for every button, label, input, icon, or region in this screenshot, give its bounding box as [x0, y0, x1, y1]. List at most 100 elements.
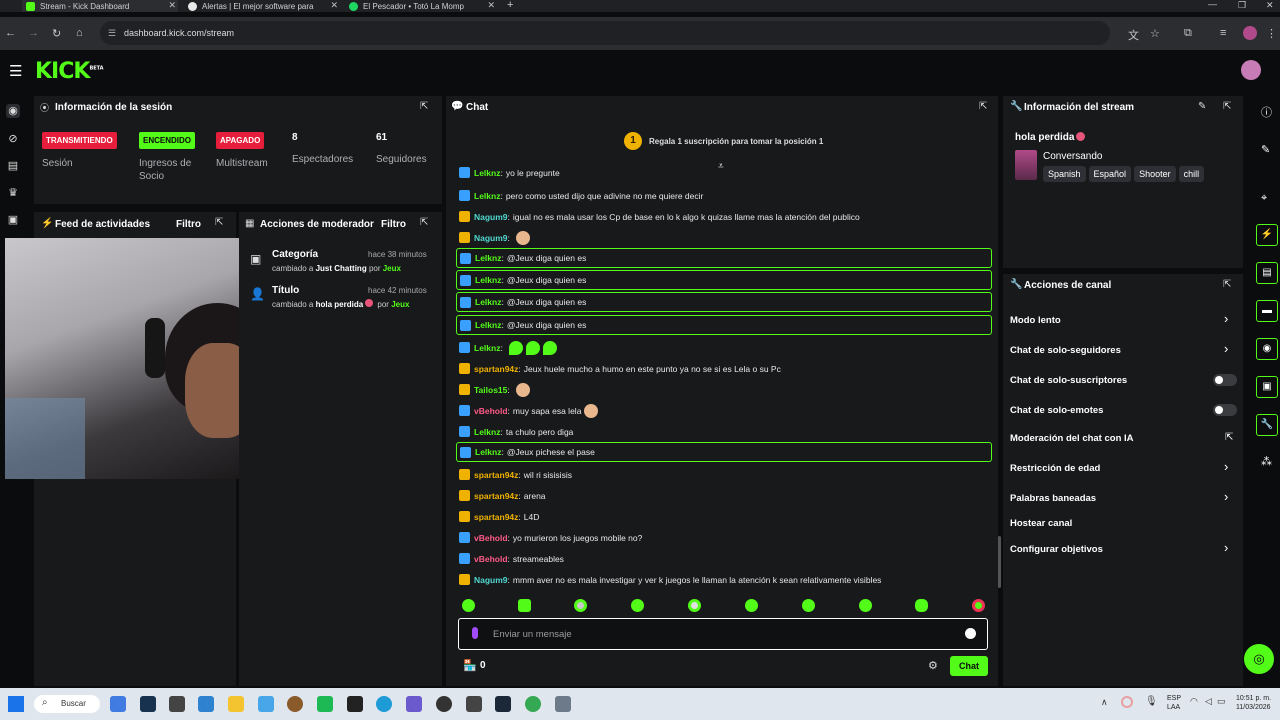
stream-nav-icon[interactable]: ◉ — [6, 104, 20, 118]
filter-button[interactable]: Filtro — [381, 219, 406, 230]
chat-message[interactable]: spartan94z: Jeux huele mucho a humo en es… — [456, 358, 992, 379]
app-icon[interactable] — [466, 696, 482, 712]
photoshop-icon[interactable] — [140, 696, 156, 712]
browser-tab[interactable]: El Pescador • Totó La Momp ✕ — [345, 0, 497, 12]
chat-message[interactable]: spartan94z: arena — [456, 485, 992, 506]
chat-message[interactable]: Lelknz: — [456, 337, 992, 358]
popout-icon[interactable]: ⇱ — [215, 217, 223, 228]
translate-icon[interactable]: 文 — [1128, 27, 1139, 43]
chat-username[interactable]: vBehold — [474, 533, 508, 543]
chat-message[interactable]: Nagum9: mmm aver no es mala investigar y … — [456, 569, 992, 590]
tray-chevron-icon[interactable]: ∧ — [1101, 697, 1108, 708]
reload-icon[interactable]: ↻ — [52, 27, 61, 40]
chat-message[interactable]: Tailos15: — [456, 379, 992, 400]
tray-app-icon[interactable] — [1121, 696, 1133, 708]
bookmark-star-icon[interactable]: ☆ — [1150, 27, 1160, 40]
chat-message[interactable]: vBehold: streameables — [456, 548, 992, 569]
user-avatar[interactable] — [1241, 60, 1261, 80]
extensions-icon[interactable]: ⧉ — [1184, 27, 1192, 40]
chat-username[interactable]: Lelknz — [474, 343, 500, 353]
chrome-icon[interactable] — [525, 696, 541, 712]
app-icon[interactable] — [287, 696, 303, 712]
chevron-right-icon[interactable]: › — [1224, 341, 1228, 356]
chat-username[interactable]: spartan94z — [474, 470, 518, 480]
app-icon[interactable] — [347, 696, 363, 712]
microphone-tray-icon[interactable]: 🎙 — [1145, 696, 1158, 707]
microphone-icon[interactable] — [472, 627, 478, 639]
minimize-icon[interactable]: — — [1208, 0, 1217, 9]
action-followers-only[interactable]: Chat de solo-seguidores — [1010, 345, 1121, 356]
emote-icon[interactable] — [915, 599, 928, 612]
volume-icon[interactable]: ◁ — [1205, 696, 1212, 707]
chat-message[interactable]: Lelknz: pero como usted dijo que adivine … — [456, 185, 992, 206]
pencil-icon[interactable]: ✎ — [1261, 143, 1270, 156]
crosshair-icon[interactable]: ⌖ — [1261, 192, 1267, 205]
chat-message[interactable]: Lelknz: yo le pregunte — [456, 164, 992, 178]
url-field[interactable]: ☰ dashboard.kick.com/stream — [100, 21, 1110, 45]
close-tab-icon[interactable]: ✕ — [168, 0, 176, 11]
chat-message[interactable]: spartan94z: wil ri sisisisis — [456, 464, 992, 485]
chat-message-highlighted[interactable]: Lelknz: @Jeux diga quien es — [456, 315, 992, 335]
video-nav-icon[interactable]: ▣ — [6, 213, 20, 227]
gift-sub-prompt[interactable]: Regala 1 suscripción para tomar la posic… — [649, 137, 823, 146]
chat-input-box[interactable]: Enviar un mensaje — [458, 618, 988, 650]
chat-username[interactable]: Tailos15 — [474, 385, 507, 395]
chat-username[interactable]: Nagum9 — [474, 575, 508, 585]
app-icon[interactable] — [198, 696, 214, 712]
chat-message-highlighted[interactable]: Lelknz: @Jeux diga quien es — [456, 270, 992, 290]
points-store-icon[interactable]: 🏪 — [463, 659, 477, 672]
action-age-restriction[interactable]: Restricción de edad — [1010, 463, 1100, 474]
chat-widget-icon[interactable]: ▬ — [1256, 300, 1278, 322]
support-chat-icon[interactable]: ◎ — [1244, 644, 1274, 674]
chat-username[interactable]: Lelknz — [475, 297, 501, 307]
popout-icon[interactable]: ⇱ — [1223, 279, 1231, 290]
home-icon[interactable]: ⌂ — [76, 27, 83, 39]
send-chat-button[interactable]: Chat — [950, 656, 988, 676]
subscribers-only-toggle[interactable] — [1213, 374, 1237, 386]
action-configure-goals[interactable]: Configurar objetivos — [1010, 544, 1103, 555]
chat-message[interactable]: Nagum9: — [456, 227, 992, 248]
chat-username[interactable]: Lelknz — [475, 275, 501, 285]
info-icon[interactable]: ⓘ — [1261, 104, 1272, 120]
chat-message[interactable]: Nagum9: igual no es mala usar los Cp de b… — [456, 206, 992, 227]
document-widget-icon[interactable]: ▤ — [1256, 262, 1278, 284]
chat-username[interactable]: Lelknz — [475, 447, 501, 457]
app-icon[interactable] — [258, 696, 274, 712]
site-info-icon[interactable]: ☰ — [108, 21, 116, 45]
popout-icon[interactable]: ⇱ — [420, 101, 428, 112]
emote-icon[interactable] — [859, 599, 872, 612]
app-icon[interactable] — [406, 696, 422, 712]
action-host-channel[interactable]: Hostear canal — [1010, 518, 1072, 529]
chat-username[interactable]: Lelknz — [474, 191, 500, 201]
close-tab-icon[interactable]: ✕ — [487, 0, 495, 11]
battery-icon[interactable]: ▭ — [1217, 696, 1226, 707]
detail-user[interactable]: Jeux — [391, 300, 409, 309]
emote-icon[interactable] — [972, 599, 985, 612]
emote-icon[interactable] — [518, 599, 531, 612]
close-tab-icon[interactable]: ✕ — [330, 0, 338, 11]
external-link-icon[interactable]: ⇱ — [1225, 432, 1233, 443]
chat-settings-gear-icon[interactable]: ⚙ — [928, 659, 938, 672]
reading-list-icon[interactable]: ≡ — [1220, 27, 1226, 39]
action-slow-mode[interactable]: Modo lento — [1010, 315, 1061, 326]
settings-icon[interactable] — [555, 696, 571, 712]
browser-tab[interactable]: Stream - Kick Dashboard ✕ — [22, 0, 178, 12]
clock-date[interactable]: 11/03/2026 — [1236, 703, 1271, 712]
chat-message-highlighted[interactable]: Lelknz: @Jeux diga quien es — [456, 292, 992, 312]
chat-message[interactable]: vBehold: muy sapa esa lela — [456, 400, 992, 421]
chat-message[interactable]: vBehold: yo murieron los juegos mobile no… — [456, 527, 992, 548]
chat-username[interactable]: vBehold — [474, 406, 508, 416]
broadcast-widget-icon[interactable]: ◉ — [1256, 338, 1278, 360]
app-icon[interactable] — [317, 696, 333, 712]
chat-username[interactable]: Nagum9 — [474, 212, 508, 222]
trophy-nav-icon[interactable]: ♛ — [6, 186, 20, 200]
chart-nav-icon[interactable]: ▤ — [6, 159, 20, 173]
keyboard-layout[interactable]: LAA — [1167, 703, 1180, 712]
taskbar-search-box[interactable]: ⌕ Buscar — [34, 695, 100, 713]
chat-username[interactable]: vBehold — [474, 554, 508, 564]
chevron-right-icon[interactable]: › — [1224, 489, 1228, 504]
emote-icon[interactable] — [462, 599, 475, 612]
app-icon[interactable] — [110, 696, 126, 712]
wrench-widget-icon[interactable]: 🔧 — [1256, 414, 1278, 436]
action-banned-words[interactable]: Palabras baneadas — [1010, 493, 1096, 504]
